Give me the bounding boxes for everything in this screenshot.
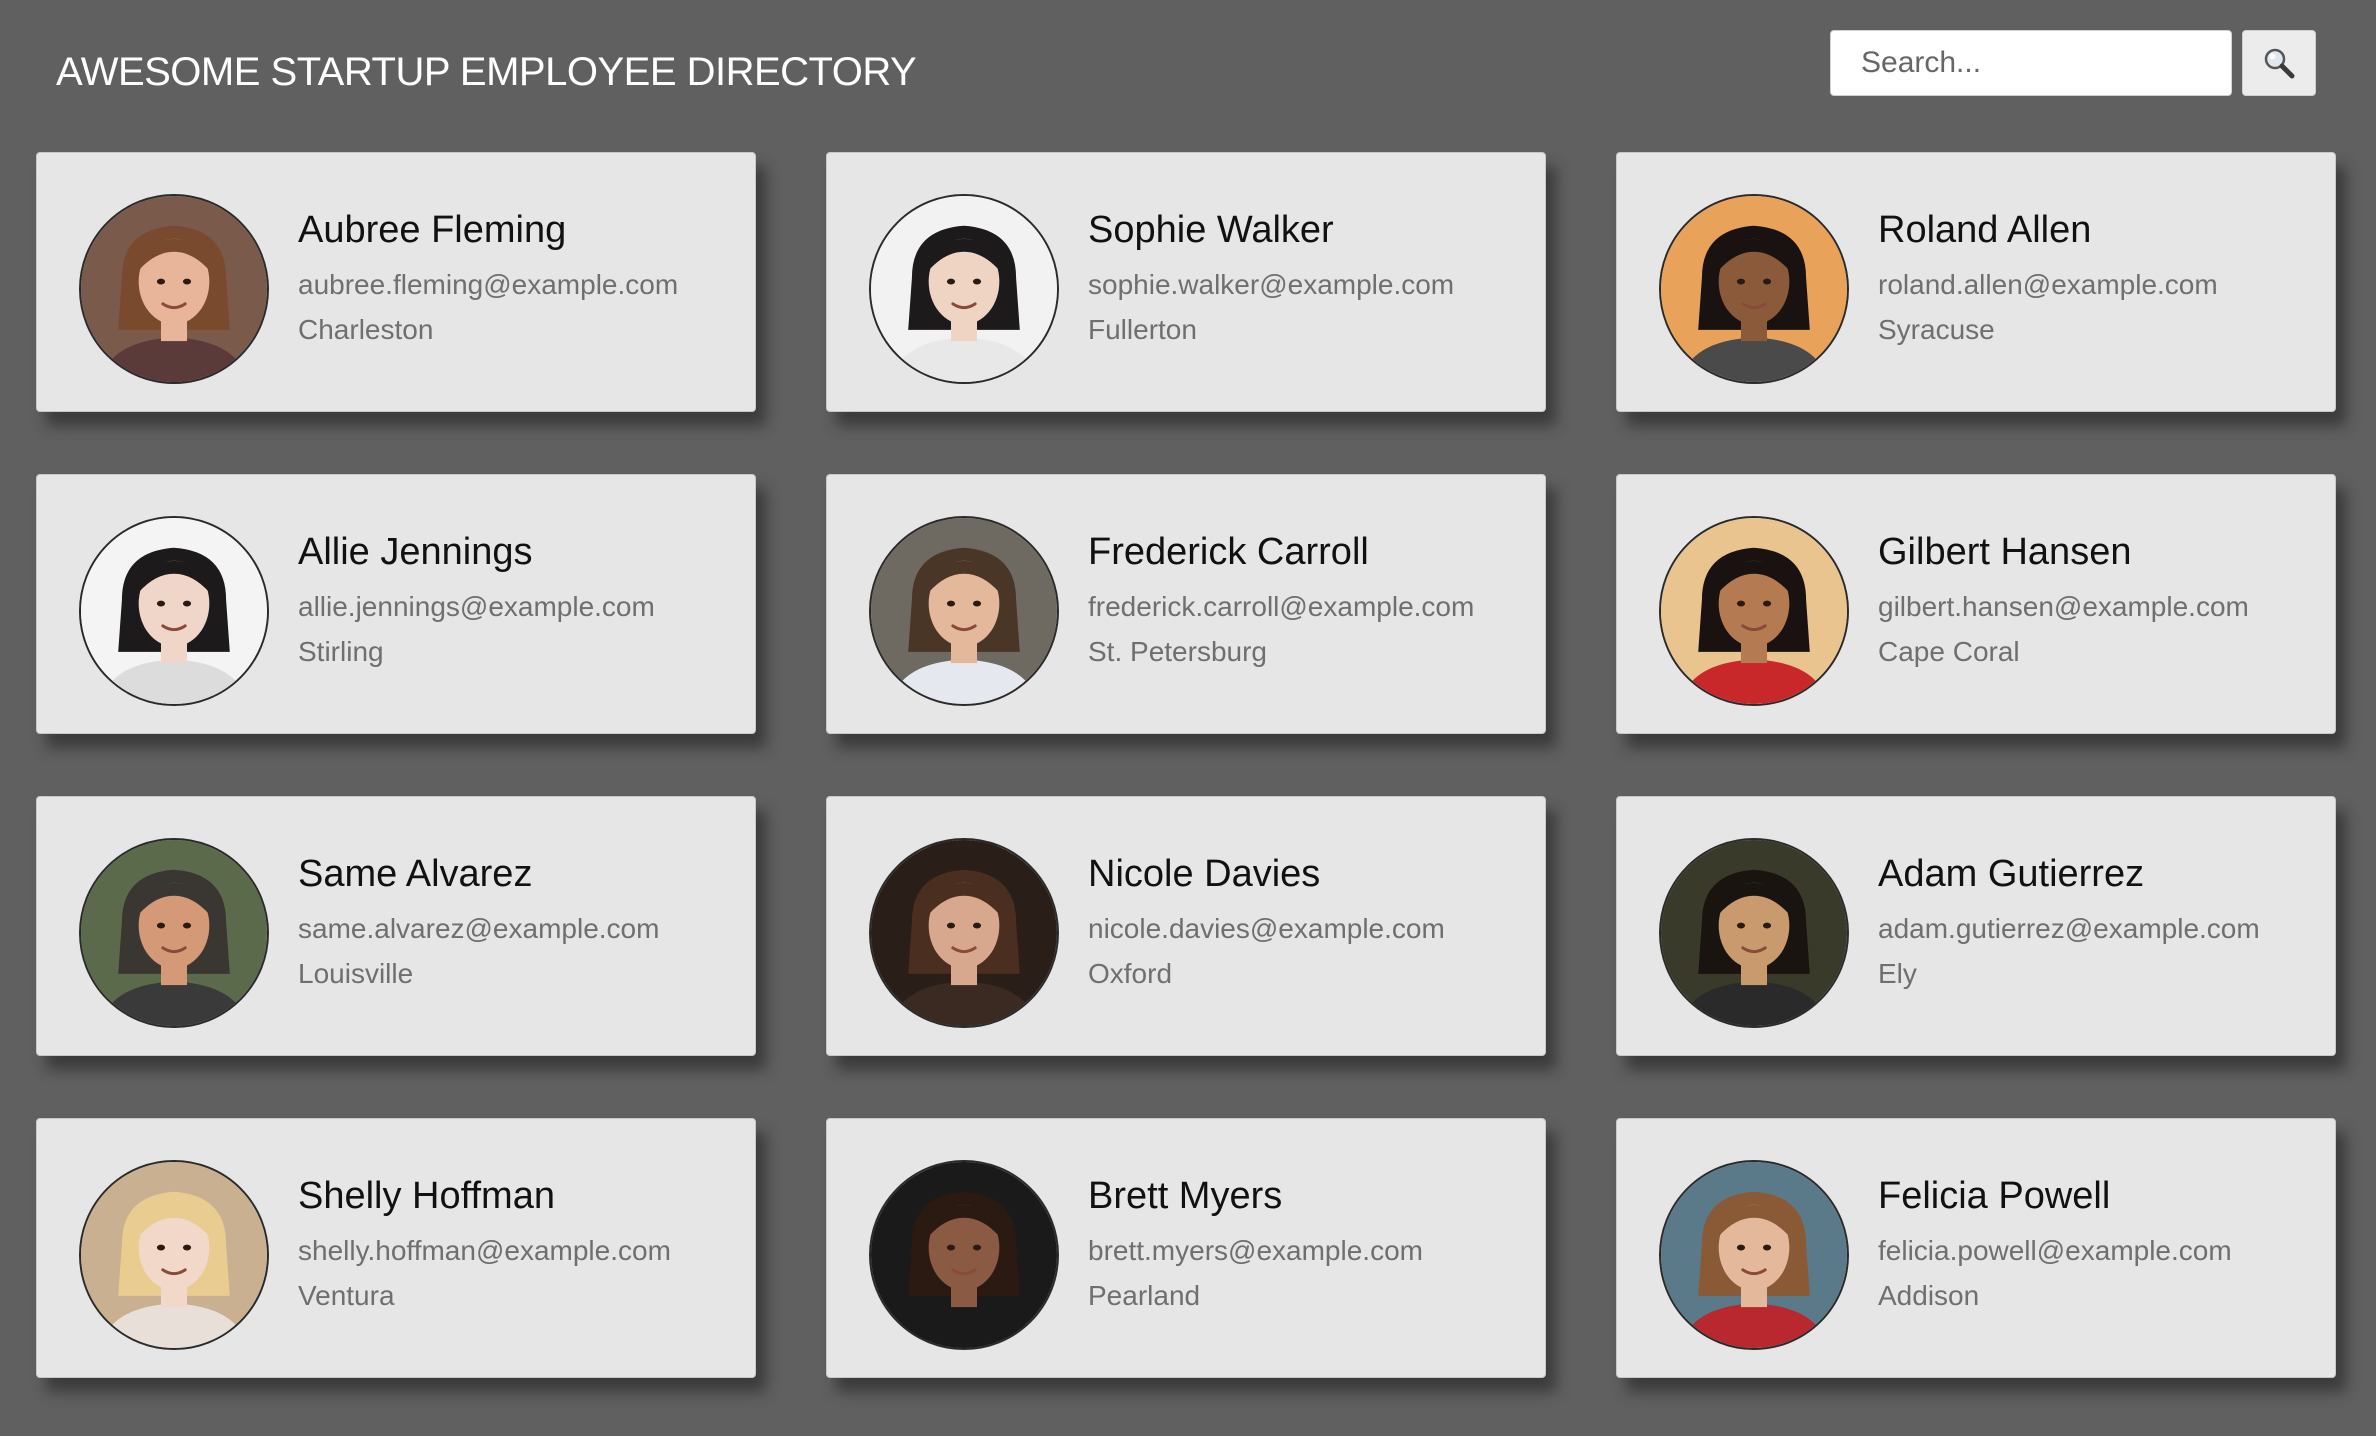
employee-name: Sophie Walker	[1088, 209, 1334, 251]
employee-city: Pearland	[1088, 1280, 1201, 1311]
magnifier-icon	[2264, 48, 2295, 79]
employee-city: St. Petersburg	[1088, 636, 1267, 667]
employee-avatar	[869, 1160, 1059, 1350]
employee-name: Felicia Powell	[1878, 1175, 2111, 1217]
employee-gallery: Aubree Fleming aubree.fleming@example.com…	[36, 152, 2336, 1378]
employee-card[interactable]: Allie Jennings allie.jennings@example.com…	[36, 474, 756, 734]
avatar-portrait	[1661, 196, 1847, 382]
employee-avatar	[79, 194, 269, 384]
employee-email: brett.myers@example.com	[1088, 1235, 1423, 1266]
employee-name: Brett Myers	[1088, 1175, 1283, 1217]
employee-avatar	[79, 516, 269, 706]
employee-city: Oxford	[1088, 958, 1173, 989]
employee-avatar	[1659, 838, 1849, 1028]
employee-email: roland.allen@example.com	[1878, 269, 2218, 300]
employee-avatar	[869, 194, 1059, 384]
employee-email: shelly.hoffman@example.com	[298, 1235, 671, 1266]
employee-info: Brett Myers brett.myers@example.com Pearla…	[1088, 1171, 1423, 1310]
employee-avatar	[869, 516, 1059, 706]
employee-card[interactable]: Aubree Fleming aubree.fleming@example.com…	[36, 152, 756, 412]
employee-email: gilbert.hansen@example.com	[1878, 591, 2249, 622]
avatar-portrait	[871, 840, 1057, 1026]
employee-email: sophie.walker@example.com	[1088, 269, 1455, 300]
employee-card[interactable]: Roland Allen roland.allen@example.com Syra…	[1616, 152, 2336, 412]
employee-city: Fullerton	[1088, 314, 1197, 345]
employee-info: Same Alvarez same.alvarez@example.com Loui…	[298, 849, 659, 988]
employee-card[interactable]: Shelly Hoffman shelly.hoffman@example.com…	[36, 1118, 756, 1378]
avatar-portrait	[81, 518, 267, 704]
page-header: AWESOME STARTUP EMPLOYEE DIRECTORY	[0, 0, 2376, 140]
employee-info: Gilbert Hansen gilbert.hansen@example.com…	[1878, 527, 2249, 666]
employee-info: Allie Jennings allie.jennings@example.com…	[298, 527, 655, 666]
employee-card[interactable]: Same Alvarez same.alvarez@example.com Loui…	[36, 796, 756, 1056]
employee-avatar	[79, 1160, 269, 1350]
employee-info: Nicole Davies nicole.davies@example.com Ox…	[1088, 849, 1445, 988]
employee-card[interactable]: Gilbert Hansen gilbert.hansen@example.com…	[1616, 474, 2336, 734]
avatar-portrait	[1661, 840, 1847, 1026]
employee-info: Felicia Powell felicia.powell@example.com…	[1878, 1171, 2232, 1310]
avatar-portrait	[871, 196, 1057, 382]
employee-name: Aubree Fleming	[298, 209, 567, 251]
employee-info: Roland Allen roland.allen@example.com Syra…	[1878, 205, 2218, 344]
employee-email: aubree.fleming@example.com	[298, 269, 679, 300]
employee-info: Frederick Carroll frederick.carroll@examp…	[1088, 527, 1474, 666]
employee-email: adam.gutierrez@example.com	[1878, 913, 2260, 944]
employee-info: Aubree Fleming aubree.fleming@example.com…	[298, 205, 678, 344]
employee-email: nicole.davies@example.com	[1088, 913, 1445, 944]
employee-avatar	[1659, 516, 1849, 706]
employee-avatar	[1659, 194, 1849, 384]
employee-city: Charleston	[298, 314, 434, 345]
employee-card[interactable]: Felicia Powell felicia.powell@example.com…	[1616, 1118, 2336, 1378]
employee-email: same.alvarez@example.com	[298, 913, 660, 944]
employee-card[interactable]: Brett Myers brett.myers@example.com Pearla…	[826, 1118, 1546, 1378]
employee-city: Ventura	[298, 1280, 395, 1311]
page-title: AWESOME STARTUP EMPLOYEE DIRECTORY	[56, 50, 917, 94]
employee-name: Roland Allen	[1878, 209, 2092, 251]
employee-email: felicia.powell@example.com	[1878, 1235, 2232, 1266]
employee-name: Frederick Carroll	[1088, 531, 1369, 573]
employee-info: Shelly Hoffman shelly.hoffman@example.com…	[298, 1171, 671, 1310]
employee-name: Gilbert Hansen	[1878, 531, 2132, 573]
employee-card[interactable]: Adam Gutierrez adam.gutierrez@example.com…	[1616, 796, 2336, 1056]
employee-card[interactable]: Sophie Walker sophie.walker@example.com Fu…	[826, 152, 1546, 412]
employee-avatar	[869, 838, 1059, 1028]
employee-avatar	[79, 838, 269, 1028]
avatar-portrait	[871, 1162, 1057, 1348]
avatar-portrait	[81, 196, 267, 382]
search-form	[1830, 30, 2316, 96]
employee-city: Ely	[1878, 958, 1917, 989]
employee-name: Adam Gutierrez	[1878, 853, 2145, 895]
employee-name: Nicole Davies	[1088, 853, 1321, 895]
avatar-portrait	[81, 1162, 267, 1348]
employee-city: Stirling	[298, 636, 384, 667]
employee-email: allie.jennings@example.com	[298, 591, 655, 622]
avatar-portrait	[81, 840, 267, 1026]
employee-name: Same Alvarez	[298, 853, 533, 895]
employee-city: Cape Coral	[1878, 636, 2020, 667]
employee-name: Allie Jennings	[298, 531, 533, 573]
employee-name: Shelly Hoffman	[298, 1175, 555, 1217]
employee-avatar	[1659, 1160, 1849, 1350]
employee-city: Syracuse	[1878, 314, 1995, 345]
avatar-portrait	[871, 518, 1057, 704]
employee-email: frederick.carroll@example.com	[1088, 591, 1475, 622]
avatar-portrait	[1661, 518, 1847, 704]
avatar-portrait	[1661, 1162, 1847, 1348]
search-input[interactable]	[1830, 30, 2232, 96]
employee-info: Sophie Walker sophie.walker@example.com Fu…	[1088, 205, 1454, 344]
employee-info: Adam Gutierrez adam.gutierrez@example.com…	[1878, 849, 2260, 988]
employee-city: Addison	[1878, 1280, 1980, 1311]
search-button[interactable]	[2242, 30, 2316, 96]
employee-card[interactable]: Nicole Davies nicole.davies@example.com Ox…	[826, 796, 1546, 1056]
employee-city: Louisville	[298, 958, 414, 989]
employee-card[interactable]: Frederick Carroll frederick.carroll@examp…	[826, 474, 1546, 734]
